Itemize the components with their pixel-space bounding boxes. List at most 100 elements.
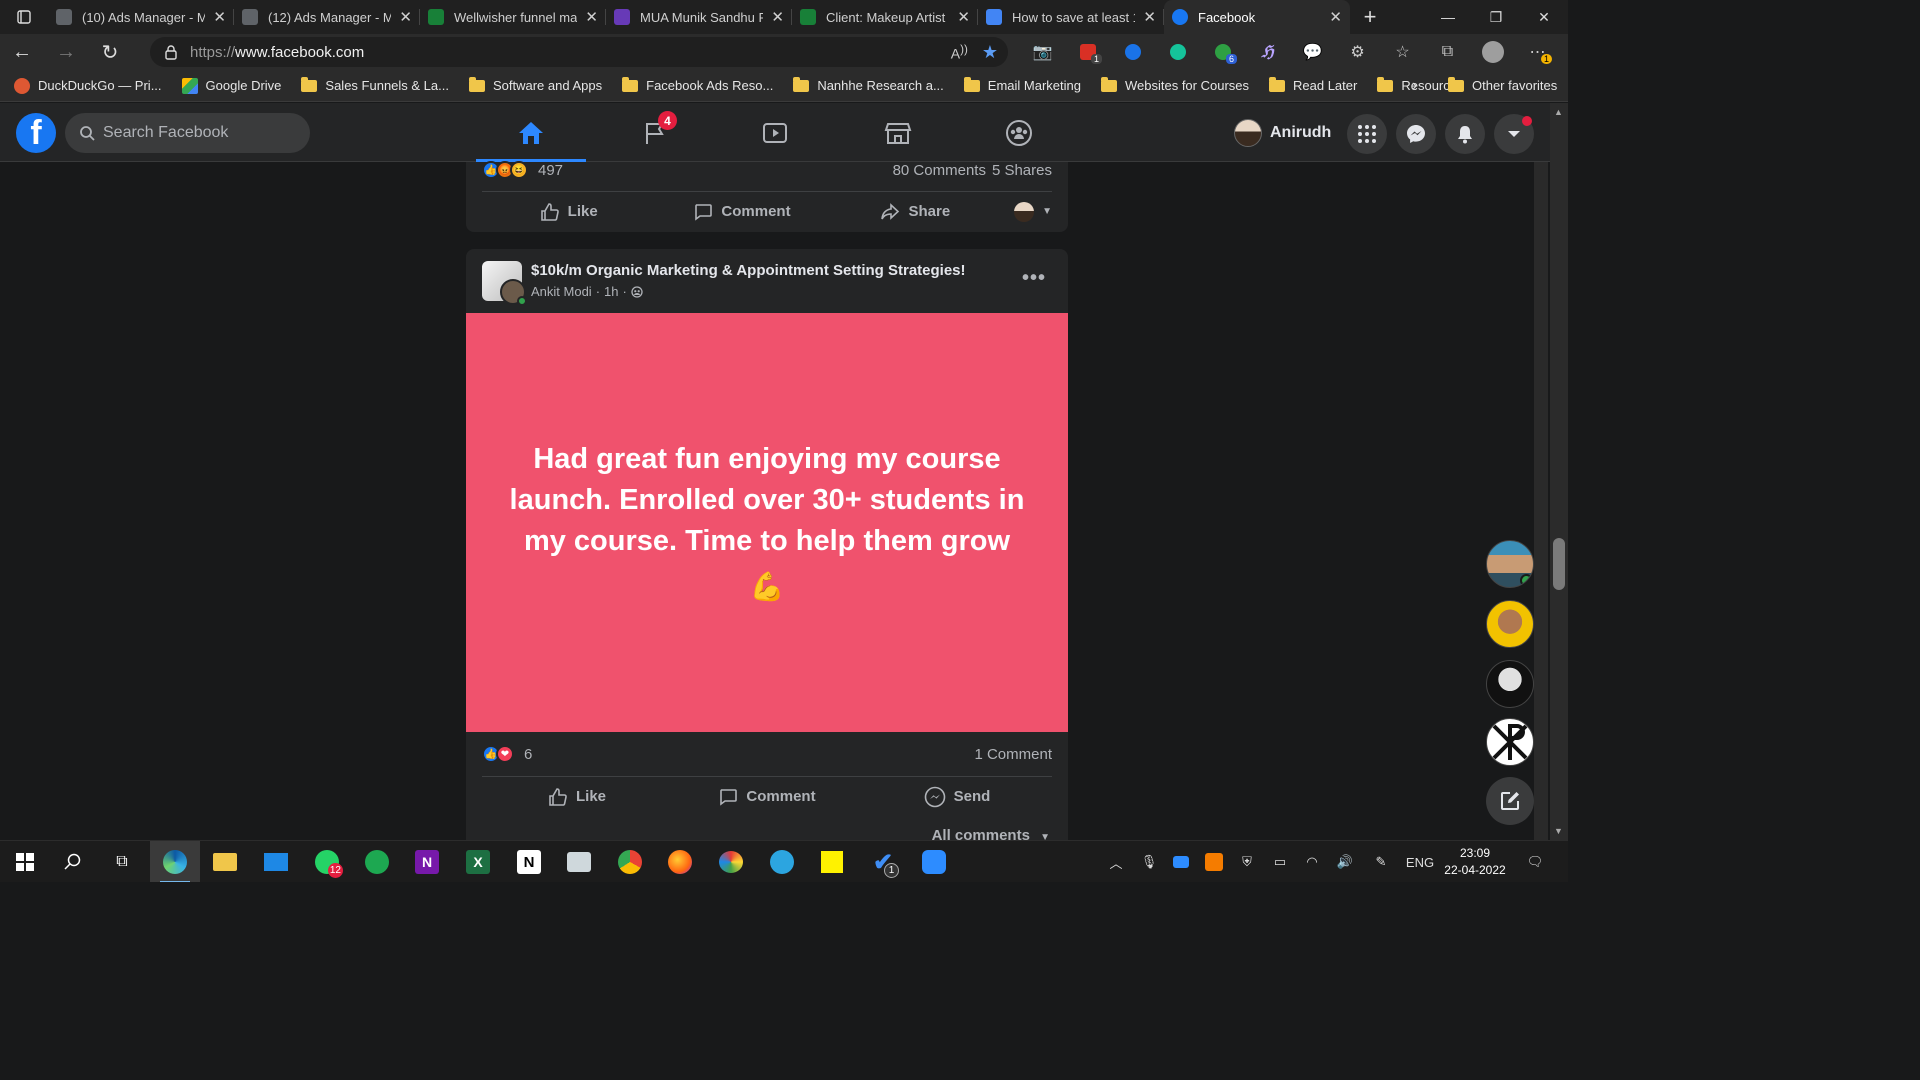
- tab-close-icon[interactable]: ✕: [957, 8, 970, 26]
- shares-count[interactable]: 5 Shares: [992, 162, 1052, 179]
- taskbar-paint[interactable]: [706, 841, 756, 882]
- page-scrollbar[interactable]: ▲ ▼: [1550, 103, 1568, 840]
- browser-tab[interactable]: (10) Ads Manager - M ✕: [48, 0, 234, 34]
- favorite-folder[interactable]: Nanhhe Research a...: [793, 76, 944, 93]
- favorite-duckduckgo[interactable]: DuckDuckGo — Pri...: [14, 77, 162, 94]
- script-extension[interactable]: ℌ: [1245, 34, 1290, 70]
- tab-close-icon[interactable]: ✕: [585, 8, 598, 26]
- forward-button[interactable]: →: [44, 34, 88, 70]
- scrollbar-thumb[interactable]: [1553, 538, 1565, 590]
- scroll-down-icon[interactable]: ▼: [1554, 826, 1563, 836]
- tab-groups[interactable]: [964, 103, 1074, 162]
- taskbar-chrome[interactable]: [605, 841, 655, 882]
- notifications-center-icon[interactable]: 🗨: [1520, 841, 1550, 882]
- tab-close-icon[interactable]: ✕: [213, 8, 226, 26]
- post-options-icon[interactable]: •••: [1022, 267, 1046, 290]
- tab-close-icon[interactable]: ✕: [399, 8, 412, 26]
- new-message-button[interactable]: [1486, 777, 1534, 825]
- taskbar-todo[interactable]: ✔ 1: [858, 841, 908, 882]
- grammarly-extension[interactable]: [1155, 34, 1200, 70]
- language-indicator[interactable]: ENG: [1402, 841, 1438, 882]
- like-button[interactable]: Like: [482, 202, 655, 222]
- wifi-icon[interactable]: ◠: [1301, 841, 1323, 882]
- tab-actions-button[interactable]: [0, 0, 48, 34]
- minimize-icon[interactable]: —: [1424, 0, 1472, 34]
- favorite-folder[interactable]: Websites for Courses: [1100, 76, 1249, 93]
- favorites-button[interactable]: ☆: [1380, 34, 1425, 70]
- taskbar-whatsapp[interactable]: [352, 841, 402, 882]
- author-name-link[interactable]: Ankit Modi: [531, 284, 592, 299]
- taskbar-search-button[interactable]: [48, 841, 98, 882]
- tab-close-icon[interactable]: ✕: [1329, 8, 1342, 26]
- favorite-folder[interactable]: Email Marketing: [963, 76, 1081, 93]
- favorites-overflow-chevron-icon[interactable]: ›: [1412, 77, 1417, 95]
- collections-button[interactable]: ⧉: [1425, 34, 1470, 70]
- scroll-up-icon[interactable]: ▲: [1554, 107, 1563, 117]
- quick-heal-icon[interactable]: [1203, 841, 1225, 882]
- messenger-button[interactable]: [1396, 114, 1436, 154]
- system-clock[interactable]: 23:09 22-04-2022: [1438, 845, 1512, 879]
- search-input[interactable]: Search Facebook: [65, 113, 310, 153]
- group-avatar[interactable]: [482, 261, 527, 306]
- gmail-extension[interactable]: 6: [1200, 34, 1245, 70]
- taskbar-telegram[interactable]: [757, 841, 807, 882]
- task-view-button[interactable]: ⧉: [97, 841, 147, 882]
- browser-tab[interactable]: MUA Munik Sandhu F ✕: [606, 0, 792, 34]
- browser-tab[interactable]: Wellwisher funnel ma ✕: [420, 0, 606, 34]
- camera-extension[interactable]: 📷: [1020, 34, 1065, 70]
- reactions-summary[interactable]: 👍 ❤ 6 1 Comment: [482, 739, 1052, 769]
- menu-button[interactable]: [1347, 114, 1387, 154]
- favorite-folder[interactable]: Facebook Ads Reso...: [622, 76, 773, 93]
- taskbar-snipping[interactable]: [554, 841, 604, 882]
- calendar-extension[interactable]: 1: [1065, 34, 1110, 70]
- address-bar[interactable]: https://www.facebook.com A)) ★: [150, 37, 1008, 67]
- browser-tab-active[interactable]: Facebook ✕: [1164, 0, 1350, 34]
- share-button[interactable]: Share: [829, 202, 1002, 222]
- chat-head-contact[interactable]: [1486, 540, 1534, 588]
- volume-icon[interactable]: 🔊: [1334, 841, 1356, 882]
- tab-home[interactable]: [476, 103, 586, 162]
- reactions-summary[interactable]: 👍 😡 😆 497 80 Comments 5 Shares: [482, 155, 1052, 185]
- extensions-button[interactable]: ⚙: [1335, 34, 1380, 70]
- security-shield-icon[interactable]: ⛨: [1236, 841, 1258, 882]
- pen-icon[interactable]: ✎: [1370, 841, 1392, 882]
- start-button[interactable]: [0, 841, 50, 882]
- favorite-folder[interactable]: Software and Apps: [468, 76, 602, 93]
- chat-head-contact[interactable]: [1486, 600, 1534, 648]
- battery-icon[interactable]: ▭: [1269, 841, 1291, 882]
- favorite-google-drive[interactable]: Google Drive: [181, 77, 281, 94]
- like-button[interactable]: Like: [482, 787, 672, 807]
- taskbar-zoom[interactable]: [909, 841, 959, 882]
- browser-tab[interactable]: Client: Makeup Artist ✕: [792, 0, 978, 34]
- taskbar-file-explorer[interactable]: [200, 841, 250, 882]
- taskbar-onenote[interactable]: N: [402, 841, 452, 882]
- comments-count[interactable]: 1 Comment: [974, 746, 1052, 763]
- chat-head-contact[interactable]: [1486, 660, 1534, 708]
- tab-close-icon[interactable]: ✕: [1143, 8, 1156, 26]
- browser-tab[interactable]: How to save at least 1 ✕: [978, 0, 1164, 34]
- tray-overflow-chevron-icon[interactable]: ︿: [1104, 841, 1128, 882]
- tab-pages[interactable]: 4: [600, 103, 710, 162]
- taskbar-sticky-notes[interactable]: [807, 841, 857, 882]
- taskbar-firefox[interactable]: [655, 841, 705, 882]
- profile-shortcut[interactable]: Anirudh: [1234, 117, 1331, 149]
- taskbar-excel[interactable]: X: [453, 841, 503, 882]
- send-button[interactable]: Send: [862, 786, 1052, 808]
- restore-icon[interactable]: ❐: [1472, 0, 1520, 34]
- refresh-button[interactable]: ↻: [88, 34, 132, 70]
- favorite-folder[interactable]: Sales Funnels & La...: [301, 76, 449, 93]
- settings-more-button[interactable]: ⋯ 1: [1515, 34, 1560, 70]
- microphone-icon[interactable]: 🎙: [1138, 841, 1160, 882]
- group-name-link[interactable]: $10k/m Organic Marketing & Appointment S…: [531, 262, 966, 279]
- account-button[interactable]: [1494, 114, 1534, 154]
- taskbar-notion[interactable]: N: [504, 841, 554, 882]
- tab-watch[interactable]: [720, 103, 830, 162]
- other-favorites[interactable]: Other favorites: [1448, 76, 1557, 93]
- chat-extension[interactable]: 💬: [1290, 34, 1335, 70]
- taskbar-mail[interactable]: [251, 841, 301, 882]
- favorite-folder[interactable]: Read Later: [1269, 76, 1357, 93]
- close-window-icon[interactable]: ✕: [1520, 0, 1568, 34]
- favorite-star-icon[interactable]: ★: [982, 42, 998, 63]
- zoom-tray-icon[interactable]: [1170, 841, 1192, 882]
- browser-tab[interactable]: (12) Ads Manager - M ✕: [234, 0, 420, 34]
